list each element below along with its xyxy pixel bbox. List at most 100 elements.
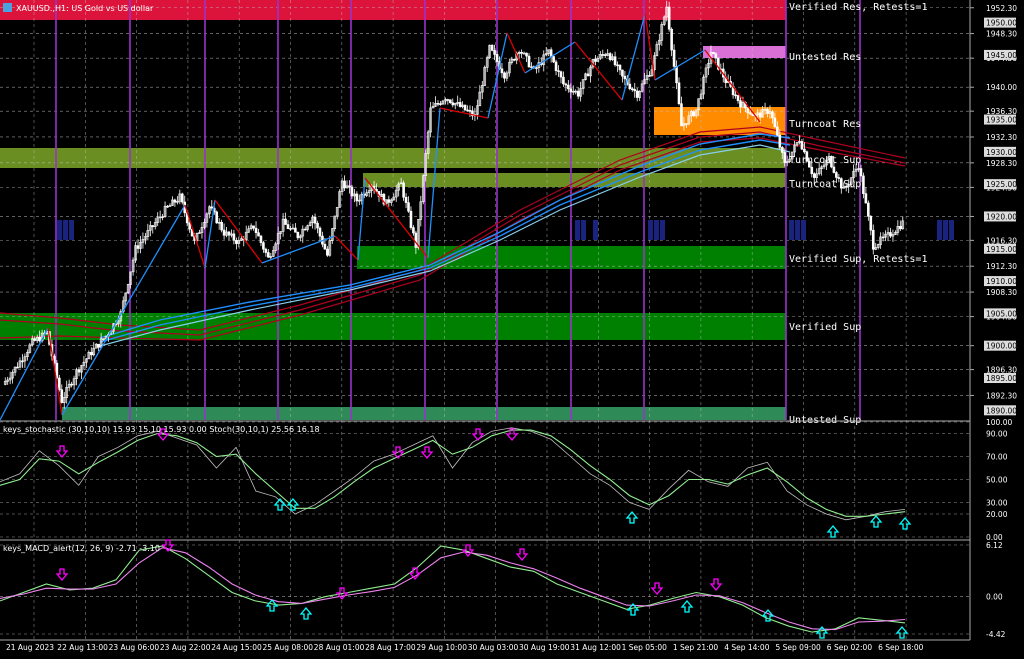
time-label: 4 Sep 14:00: [724, 643, 770, 652]
candle-body: [675, 66, 678, 84]
price-level-label: 1920.00: [986, 212, 1017, 221]
candle-body: [313, 216, 317, 224]
candle-body: [780, 147, 784, 153]
candle-body: [623, 75, 627, 80]
chart-menu-icon[interactable]: [3, 3, 12, 12]
candle-body: [633, 89, 637, 92]
price-level-label: 1890.00: [986, 406, 1017, 415]
candle-body: [222, 229, 226, 236]
candle-body: [458, 102, 462, 107]
candle-body: [348, 185, 351, 188]
candle-body: [60, 389, 64, 403]
candle-body: [564, 83, 568, 86]
price-level-label: 1930.00: [986, 148, 1017, 157]
zone-label-untested-res: Untested Res: [789, 52, 861, 63]
candle-body: [166, 205, 169, 208]
zone-label-turncoat-res: Turncoat Res: [789, 119, 861, 130]
macd-title: keys_MACD_alert(12, 26, 9) -2.71 -3.10: [3, 544, 160, 553]
candle-body: [316, 222, 319, 229]
macd-tick-label: 0.00: [986, 593, 1003, 602]
candle-body: [215, 211, 219, 224]
candle-body: [286, 224, 290, 230]
candle-body: [173, 199, 177, 203]
candle-body: [436, 103, 440, 105]
candle-body: [318, 227, 322, 237]
candle-body: [70, 383, 73, 386]
price-level-label: 1900.00: [986, 342, 1017, 351]
candle-body: [16, 366, 19, 369]
zone-untested-sup: [62, 407, 786, 420]
candle-body: [264, 248, 268, 253]
candle-body: [812, 173, 816, 178]
time-label: 31 Aug 12:00: [570, 643, 621, 652]
price-tick-label: 1912.30: [986, 262, 1017, 271]
price-level-label: 1945.00: [986, 51, 1017, 60]
candle-body: [567, 84, 570, 90]
candle-body: [712, 51, 715, 55]
candle-body: [613, 56, 617, 66]
time-label: 22 Aug 13:00: [57, 643, 108, 652]
candle-body: [800, 141, 804, 150]
time-label: 23 Aug 06:00: [109, 643, 160, 652]
candle-body: [210, 206, 214, 209]
candle-body: [33, 338, 37, 341]
candle-body: [303, 228, 307, 231]
candle-body: [503, 72, 506, 79]
candle-body: [889, 232, 892, 237]
time-axis[interactable]: 21 Aug 2023 22 Aug 13:00 23 Aug 06:00 23 Au…: [6, 643, 924, 652]
candle-body: [468, 110, 472, 112]
candle-body: [262, 242, 265, 250]
candle-body: [402, 182, 405, 198]
candle-body: [608, 53, 612, 60]
candle-body: [776, 126, 779, 136]
zone-label-verified-sup-1: Verified Sup, Retests=1: [789, 254, 927, 265]
candle-body: [773, 117, 777, 128]
candle-body: [227, 231, 231, 236]
candle-body: [463, 104, 467, 111]
stoch-tick-label: 70.00: [986, 453, 1008, 462]
candle-body: [350, 186, 354, 197]
candle-body: [557, 70, 560, 72]
candle-body: [771, 111, 774, 119]
candle-body: [446, 99, 450, 101]
candle-body: [77, 369, 81, 373]
time-label: 1 Sep 05:00: [622, 643, 668, 652]
macd-tick-label: -4.42: [986, 630, 1006, 639]
candle-body: [493, 50, 496, 55]
price-tick-label: 1932.30: [986, 133, 1017, 142]
candle-body: [603, 54, 607, 56]
candle-body: [670, 28, 673, 51]
candle-body: [672, 49, 676, 67]
candle-body: [232, 233, 236, 241]
trading-chart[interactable]: Verified Res, Retests=1 Untested Res Tur…: [0, 0, 1024, 655]
candle-body: [387, 199, 391, 203]
stoch-tick-label: 20.00: [986, 510, 1008, 519]
candle-body: [862, 175, 865, 194]
candle-body: [552, 56, 555, 63]
candle-body: [586, 73, 590, 77]
candle-body: [616, 64, 619, 67]
zone-label-verified-sup: Verified Sup: [789, 322, 861, 333]
candle-body: [778, 134, 782, 148]
candle-body: [569, 88, 573, 93]
candle-body: [136, 245, 140, 249]
time-label: 5 Sep 09:00: [776, 643, 822, 652]
candle-body: [58, 377, 61, 390]
candle-body: [648, 75, 651, 77]
candle-body: [692, 111, 696, 117]
candle-body: [832, 166, 836, 173]
candle-body: [549, 49, 553, 57]
candle-body: [252, 225, 255, 229]
time-label: 28 Aug 17:00: [365, 643, 416, 652]
time-label: 6 Sep 18:00: [878, 643, 924, 652]
candle-body: [21, 360, 24, 363]
candle-body: [409, 210, 413, 228]
candle-body: [680, 103, 683, 127]
zone-label-verified-res: Verified Res, Retests=1: [789, 2, 927, 13]
candle-body: [677, 82, 681, 104]
candle-body: [466, 109, 469, 112]
candle-body: [734, 94, 737, 97]
stoch-tick-label: 100.00: [986, 418, 1012, 427]
price-level-label: 1950.00: [986, 19, 1017, 28]
price-tick-label: 1928.30: [986, 159, 1017, 168]
